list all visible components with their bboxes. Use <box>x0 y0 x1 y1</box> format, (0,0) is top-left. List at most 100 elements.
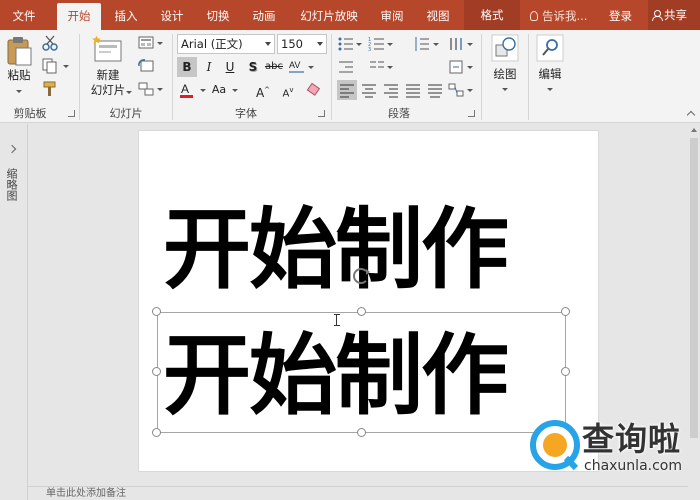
layout-dropdown-icon[interactable] <box>157 42 163 45</box>
tab-review[interactable]: 审阅 <box>372 3 412 30</box>
bold-button[interactable]: B <box>177 57 197 77</box>
resize-handle[interactable] <box>152 307 161 316</box>
columns-icon[interactable] <box>368 58 386 76</box>
chevron-down-icon <box>265 42 271 46</box>
resize-handle[interactable] <box>561 367 570 376</box>
align-center-button[interactable] <box>359 80 379 100</box>
tab-format[interactable]: 格式 <box>464 0 520 30</box>
strikethrough-button[interactable]: abc <box>264 57 284 77</box>
tab-view[interactable]: 视图 <box>418 3 458 30</box>
layout-icon[interactable] <box>137 34 155 52</box>
copy-dropdown-icon[interactable] <box>63 65 69 68</box>
drawing-button[interactable]: 绘图 <box>489 67 521 82</box>
character-spacing-icon[interactable]: AV <box>288 58 306 76</box>
chevron-down-icon <box>317 42 323 46</box>
resize-handle[interactable] <box>561 307 570 316</box>
decrease-indent-icon[interactable] <box>337 58 355 76</box>
increase-font-button[interactable]: A^ <box>253 80 273 100</box>
new-slide-icon[interactable] <box>91 35 125 65</box>
paste-icon[interactable] <box>5 36 33 66</box>
shadow-button[interactable]: S <box>243 57 263 77</box>
tab-home[interactable]: 开始 <box>57 3 101 30</box>
new-slide-dropdown-icon[interactable] <box>126 91 132 94</box>
spacing-dropdown-icon[interactable] <box>308 66 314 69</box>
share-button[interactable]: 共享 <box>648 0 700 30</box>
rotate-handle-icon[interactable] <box>353 268 370 284</box>
scroll-up-icon[interactable] <box>691 128 697 132</box>
paste-dropdown-icon[interactable] <box>16 90 22 93</box>
copy-icon[interactable] <box>41 57 59 75</box>
numbering-dropdown-icon[interactable] <box>387 43 393 46</box>
italic-button[interactable]: I <box>199 57 219 77</box>
change-case-dropdown-icon[interactable] <box>232 89 238 92</box>
find-icon[interactable] <box>536 34 564 62</box>
section-dropdown-icon[interactable] <box>157 88 163 91</box>
group-divider <box>528 34 529 120</box>
resize-handle[interactable] <box>357 307 366 316</box>
format-painter-icon[interactable] <box>41 80 59 98</box>
resize-handle[interactable] <box>357 428 366 437</box>
paragraph-launcher-icon[interactable] <box>468 110 475 117</box>
expand-pane-icon[interactable] <box>7 144 17 154</box>
align-text-icon[interactable] <box>447 58 465 76</box>
font-launcher-icon[interactable] <box>318 110 325 117</box>
font-name-value: Arial (正文) <box>181 37 243 51</box>
tab-animations[interactable]: 动画 <box>244 3 284 30</box>
tab-insert[interactable]: 插入 <box>106 3 146 30</box>
align-left-button[interactable] <box>337 80 357 100</box>
reset-icon[interactable] <box>137 57 155 75</box>
align-center-icon <box>362 84 376 98</box>
smartart-icon[interactable] <box>447 81 465 99</box>
underline-button[interactable]: U <box>220 57 240 77</box>
clipboard-launcher-icon[interactable] <box>68 110 75 117</box>
shapes-icon[interactable] <box>491 34 519 62</box>
tab-transitions[interactable]: 切换 <box>198 3 238 30</box>
text-direction-dropdown-icon[interactable] <box>467 43 473 46</box>
ribbon-tab-bar: 文件 开始 插入 设计 切换 动画 幻灯片放映 审阅 视图 格式 告诉我... … <box>0 0 700 30</box>
change-case-button[interactable]: Aa <box>209 80 229 100</box>
font-color-dropdown-icon[interactable] <box>200 89 206 92</box>
drawing-dropdown-icon[interactable] <box>502 88 508 91</box>
section-icon[interactable] <box>137 80 155 98</box>
tab-design[interactable]: 设计 <box>152 3 192 30</box>
align-right-button[interactable] <box>381 80 401 100</box>
svg-text:A: A <box>181 82 189 96</box>
slide-title-text[interactable]: 开始制作 <box>163 206 509 294</box>
tab-slideshow[interactable]: 幻灯片放映 <box>294 3 364 30</box>
editing-dropdown-icon[interactable] <box>547 88 553 91</box>
bullets-icon[interactable] <box>337 35 355 53</box>
resize-handle[interactable] <box>152 428 161 437</box>
paste-button[interactable]: 粘贴 <box>4 68 34 83</box>
clipboard-group-label: 剪贴板 <box>13 107 47 120</box>
columns-dropdown-icon[interactable] <box>387 66 393 69</box>
svg-text:AV: AV <box>289 60 300 70</box>
font-name-combo[interactable]: Arial (正文) <box>177 34 275 54</box>
line-spacing-icon[interactable] <box>413 35 431 53</box>
smartart-dropdown-icon[interactable] <box>467 89 473 92</box>
clear-formatting-icon[interactable] <box>304 81 322 99</box>
line-spacing-dropdown-icon[interactable] <box>433 43 439 46</box>
resize-handle[interactable] <box>152 367 161 376</box>
selected-text-content[interactable]: 开始制作 <box>163 332 509 420</box>
scroll-thumb[interactable] <box>690 138 698 438</box>
collapse-ribbon-icon[interactable] <box>686 110 696 120</box>
tab-file[interactable]: 文件 <box>4 3 44 30</box>
new-slide-button[interactable]: 新建 幻灯片 <box>86 68 130 98</box>
numbering-icon[interactable]: 123 <box>368 35 386 53</box>
align-left-icon <box>340 84 354 98</box>
justify-button[interactable] <box>403 80 423 100</box>
editing-button[interactable]: 编辑 <box>534 67 566 82</box>
tell-me-box[interactable]: 告诉我... <box>530 3 587 30</box>
font-color-icon[interactable]: A <box>178 81 196 99</box>
watermark-title: 查询啦 <box>582 420 682 458</box>
login-button[interactable]: 登录 <box>609 3 632 30</box>
distribute-button[interactable] <box>425 80 445 100</box>
font-size-combo[interactable]: 150 <box>277 34 327 54</box>
slides-group-label: 幻灯片 <box>109 107 143 120</box>
group-divider <box>172 34 173 120</box>
align-text-dropdown-icon[interactable] <box>467 66 473 69</box>
cut-icon[interactable] <box>41 34 59 52</box>
text-direction-icon[interactable] <box>447 35 465 53</box>
bullets-dropdown-icon[interactable] <box>356 43 362 46</box>
decrease-font-button[interactable]: Av <box>278 80 298 100</box>
